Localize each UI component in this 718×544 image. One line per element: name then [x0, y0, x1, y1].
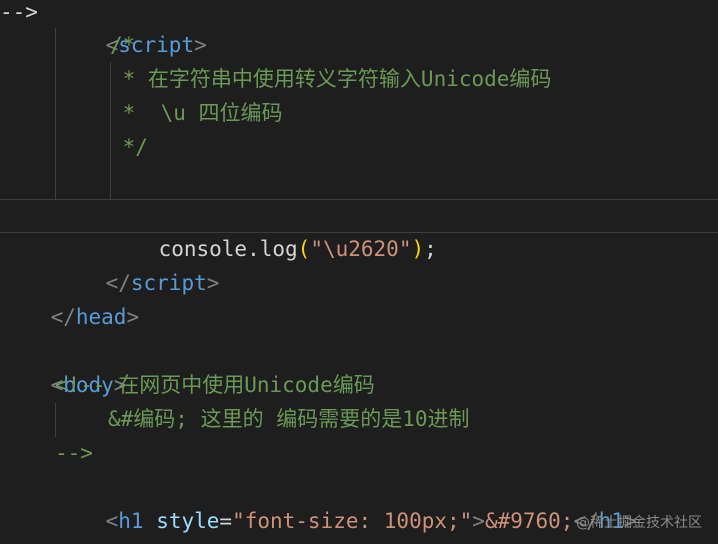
- attr-name: style: [156, 509, 220, 533]
- string-literal: "\u2620": [310, 237, 412, 261]
- tag-name: head: [75, 305, 127, 329]
- tag-bracket: >: [206, 271, 220, 295]
- code-editor[interactable]: <script> /* * 在字符串中使用转义字符输入Unicode编码 * \…: [0, 0, 718, 544]
- code-line-comment-close[interactable]: */: [110, 130, 148, 164]
- code-line-html-comment-close[interactable]: -->: [55, 436, 93, 470]
- tag-bracket: </: [50, 305, 76, 329]
- tag-name: script: [130, 271, 207, 295]
- paren-close: ): [411, 237, 425, 261]
- attr-value: "font-size: 100px;": [232, 509, 473, 533]
- code-line-script-open[interactable]: <script>: [55, 0, 207, 57]
- code-line-body-close[interactable]: </body>: [0, 506, 139, 540]
- tag-bracket: >: [472, 509, 485, 533]
- code-line-console-log[interactable]: console.log("\u2620");: [108, 198, 437, 261]
- semicolon: ;: [424, 237, 437, 261]
- equals-sign: =: [219, 509, 233, 533]
- html-entity: &#9760;: [484, 509, 574, 533]
- code-line-body-open[interactable]: <body>: [0, 334, 127, 397]
- paren-open: (: [297, 237, 311, 261]
- tag-bracket: >: [126, 305, 140, 329]
- code-line-head-close[interactable]: </head>: [0, 266, 140, 329]
- code-line-comment-open[interactable]: /*: [110, 28, 135, 62]
- tag-bracket: >: [194, 33, 207, 57]
- code-line-comment-1[interactable]: * 在字符串中使用转义字符输入Unicode编码: [110, 62, 552, 96]
- watermark: @稀土掘金技术社区: [576, 515, 702, 531]
- code-line-comment-2[interactable]: * \u 四位编码: [110, 96, 283, 130]
- code-line-h1[interactable]: <h1 style="font-size: 100px;">&#9760;</h…: [55, 470, 637, 533]
- code-line-html-comment-2[interactable]: &#编码; 这里的 编码需要的是10进制: [108, 402, 470, 436]
- code-line-html-comment-1[interactable]: <!-- 在网页中使用Unicode编码: [55, 368, 375, 402]
- code-line-script-close[interactable]: </script>: [55, 232, 220, 295]
- indent-guide: [55, 403, 56, 437]
